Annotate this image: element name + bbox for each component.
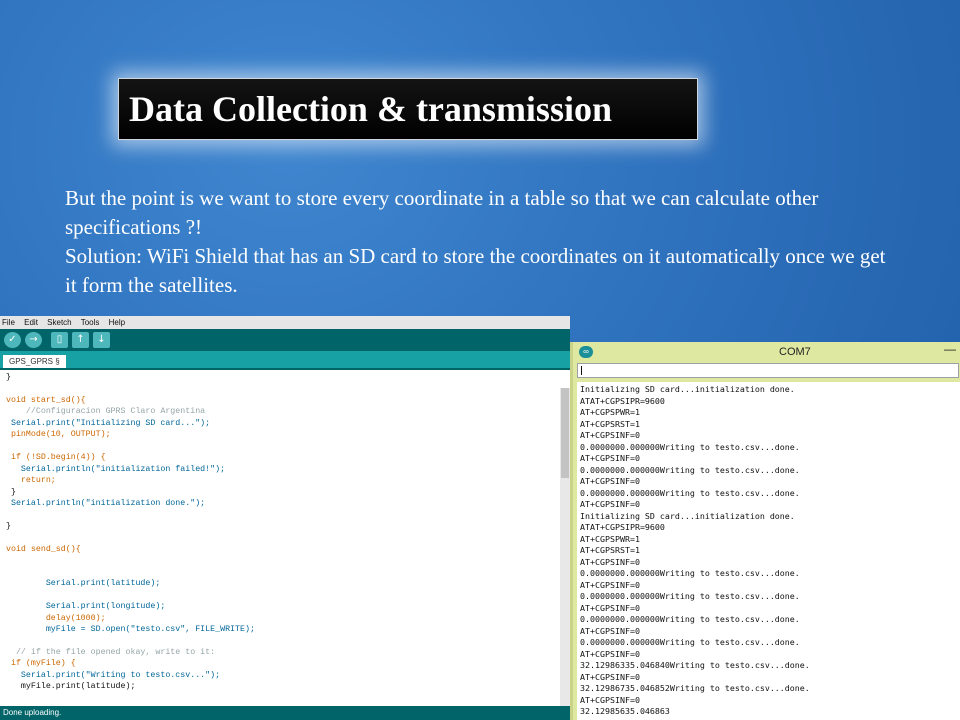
serial-output-line: 0.0000000.000000Writing to testo.csv...d… [580, 487, 800, 498]
code-line: // if the file opened okay, write to it: [6, 647, 216, 657]
code-line: if (!SD.begin(4)) { [6, 453, 106, 463]
ide-status-bar: Done uploading. [0, 706, 570, 720]
serial-output-line: 0.0000000.000000Writing to testo.csv...d… [580, 568, 800, 578]
serial-output-text: Initializing SD card...initialization do… [577, 382, 960, 718]
serial-output-line: 0.0000000.000000Writing to testo.csv...d… [580, 441, 800, 452]
serial-output-area[interactable]: Initializing SD card...initialization do… [577, 382, 960, 720]
code-line: Serial.println("initialization done."); [6, 498, 206, 508]
serial-output-line: ATAT+CGPSIPR=9600 [580, 395, 665, 406]
tab-gps-gprs[interactable]: GPS_GPRS § [3, 355, 66, 368]
serial-output-line: AT+CGPSINF=0 [580, 499, 640, 509]
body-paragraph-solution: Solution: WiFi Shield that has an SD car… [65, 244, 886, 297]
menu-tools[interactable]: Tools [81, 318, 100, 327]
serial-output-line: AT+CGPSINF=0 [580, 430, 640, 440]
code-line: Serial.print(latitude); [6, 579, 161, 589]
slide-title-box: Data Collection & transmission [118, 78, 698, 140]
serial-output-line: Initializing SD card...initialization do… [580, 384, 795, 394]
code-line: return; [6, 476, 56, 486]
code-line: pinMode(10, OUTPUT); [6, 430, 111, 440]
serial-output-line: AT+CGPSRST=1 [580, 545, 640, 555]
code-line: Serial.println("initialization failed!")… [6, 464, 226, 474]
ide-toolbar: ✓ → ▯ ↑ ↓ [0, 329, 570, 351]
serial-output-line: AT+CGPSPWR=1 [580, 533, 640, 544]
serial-output-line: 0.0000000.000000Writing to testo.csv...d… [580, 637, 800, 647]
code-line: Serial.print("Writing to testo.csv..."); [6, 670, 221, 680]
serial-titlebar: ∞ COM7 — [573, 342, 960, 362]
serial-output-line: AT+CGPSINF=0 [580, 694, 640, 705]
code-line: void send_sd(){ [6, 544, 81, 554]
menu-help[interactable]: Help [109, 318, 125, 327]
serial-monitor-window: ∞ COM7 — Initializing SD card...initiali… [570, 342, 960, 720]
serial-output-line: Initializing SD card...initialization do… [580, 510, 795, 521]
serial-output-line: 32.12986335.046840Writing to testo.csv..… [580, 660, 810, 670]
serial-output-line: AT+CGPSINF=0 [580, 453, 640, 463]
code-line: myFile = SD.open("testo.csv", FILE_WRITE… [6, 624, 255, 634]
menu-sketch[interactable]: Sketch [47, 318, 71, 327]
serial-output-line: ATAT+CGPSIPR=9600 [580, 522, 665, 532]
serial-output-line: AT+CGPSINF=0 [580, 556, 640, 567]
serial-output-line: AT+CGPSINF=0 [580, 476, 640, 486]
serial-output-line: AT+CGPSINF=0 [580, 602, 640, 613]
minimize-icon[interactable]: — [944, 342, 956, 356]
serial-output-line: 32.12985635.046863 [580, 706, 670, 716]
open-icon[interactable]: ↑ [72, 332, 89, 348]
serial-output-line: 0.0000000.000000Writing to testo.csv...d… [580, 614, 800, 624]
serial-output-line: AT+CGPSINF=0 [580, 625, 640, 636]
upload-icon[interactable]: → [25, 332, 42, 348]
body-paragraph-problem: But the point is we want to store every … [65, 186, 819, 239]
code-line: } [6, 373, 11, 382]
code-line: Serial.print(longitude); [6, 602, 166, 612]
slide-body: But the point is we want to store every … [65, 184, 895, 300]
editor-scrollbar[interactable] [560, 388, 570, 706]
serial-output-line: AT+CGPSINF=0 [580, 671, 640, 682]
serial-output-line: 0.0000000.000000Writing to testo.csv...d… [580, 464, 800, 475]
save-icon[interactable]: ↓ [93, 332, 110, 348]
serial-window-title: COM7 [779, 346, 811, 358]
slide-title: Data Collection & transmission [129, 89, 612, 129]
code-line: delay(1000); [6, 613, 106, 623]
new-icon[interactable]: ▯ [51, 332, 68, 348]
code-line: Serial.print("Initializing SD card..."); [6, 418, 211, 428]
menu-edit[interactable]: Edit [24, 318, 38, 327]
serial-output-line: 32.12986735.046852Writing to testo.csv..… [580, 683, 810, 693]
menu-file[interactable]: File [2, 318, 15, 327]
serial-output-line: AT+CGPSINF=0 [580, 648, 640, 659]
arduino-logo-icon: ∞ [579, 346, 593, 358]
arduino-ide-window: File Edit Sketch Tools Help ✓ → ▯ ↑ ↓ GP… [0, 316, 570, 720]
serial-output-line: 0.0000000.000000Writing to testo.csv...d… [580, 591, 800, 601]
verify-icon[interactable]: ✓ [4, 332, 21, 348]
code-line: //Configuracion GPRS Claro Argentina [6, 407, 206, 417]
serial-output-line: AT+CGPSINF=0 [580, 579, 640, 590]
serial-send-input[interactable] [577, 363, 959, 378]
code-line: void start_sd(){ [6, 395, 86, 405]
code-line: if (myFile) { [6, 659, 76, 669]
code-line: myFile.print(latitude); [6, 682, 136, 692]
code-line: } [6, 487, 16, 497]
ide-menubar: File Edit Sketch Tools Help [0, 316, 570, 329]
scrollbar-thumb[interactable] [561, 388, 569, 478]
ide-tabstrip: GPS_GPRS § [0, 351, 570, 368]
code-line: } [6, 521, 11, 531]
code-editor[interactable]: } void start_sd(){ //Configuracion GPRS … [0, 370, 570, 693]
serial-output-line: AT+CGPSPWR=1 [580, 407, 640, 417]
serial-output-line: AT+CGPSRST=1 [580, 418, 640, 429]
